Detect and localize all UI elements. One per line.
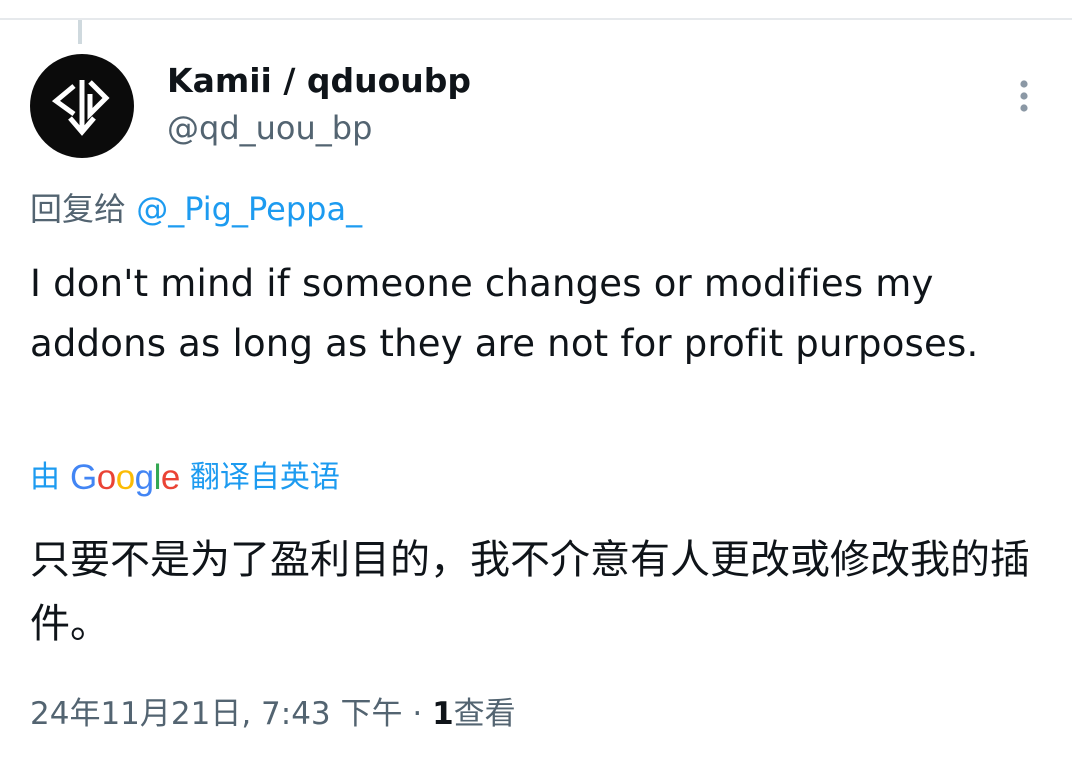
translation-attribution[interactable]: 由 Google 翻译自英语 [30,456,340,500]
geometric-logo-avatar-icon [51,80,110,136]
google-letter: G [70,458,97,497]
view-label: 查看 [453,696,516,732]
thread-connector-line [78,20,82,44]
tweet-timestamp-link[interactable]: 24年11月21日, 7:43 下午 [30,696,403,732]
thread-divider [0,18,1072,20]
author-display-name[interactable]: Kamii / qduoubp [167,60,471,102]
replying-to-label: 回复给 [30,190,127,228]
tweet-text: I don't mind if someone changes or modif… [30,262,979,365]
google-letter: e [160,458,180,497]
meta-separator: · [402,696,433,732]
tweet-metadata: 24年11月21日, 7:43 下午 · 1查看 [30,692,516,736]
translated-tweet-text: 只要不是为了盈利目的，我不介意有人更改或修改我的插件。 [30,537,1030,647]
google-letter: l [153,458,162,497]
replying-to-mention-link[interactable]: @_Pig_Peppa_ [136,190,362,228]
author-avatar[interactable] [30,54,134,158]
google-letter: o [115,458,135,497]
view-count: 1 [432,696,454,732]
replying-to: 回复给 @_Pig_Peppa_ [30,186,362,232]
translation-suffix: 翻译自英语 [189,460,340,495]
google-letter: o [96,458,116,497]
google-logo: Google [70,456,180,500]
author-handle[interactable]: @qd_uou_bp [167,108,372,148]
more-vertical-icon [1020,80,1028,112]
more-options-button[interactable] [1004,76,1044,116]
translation-prefix: 由 [30,460,60,495]
google-letter: g [134,458,154,497]
